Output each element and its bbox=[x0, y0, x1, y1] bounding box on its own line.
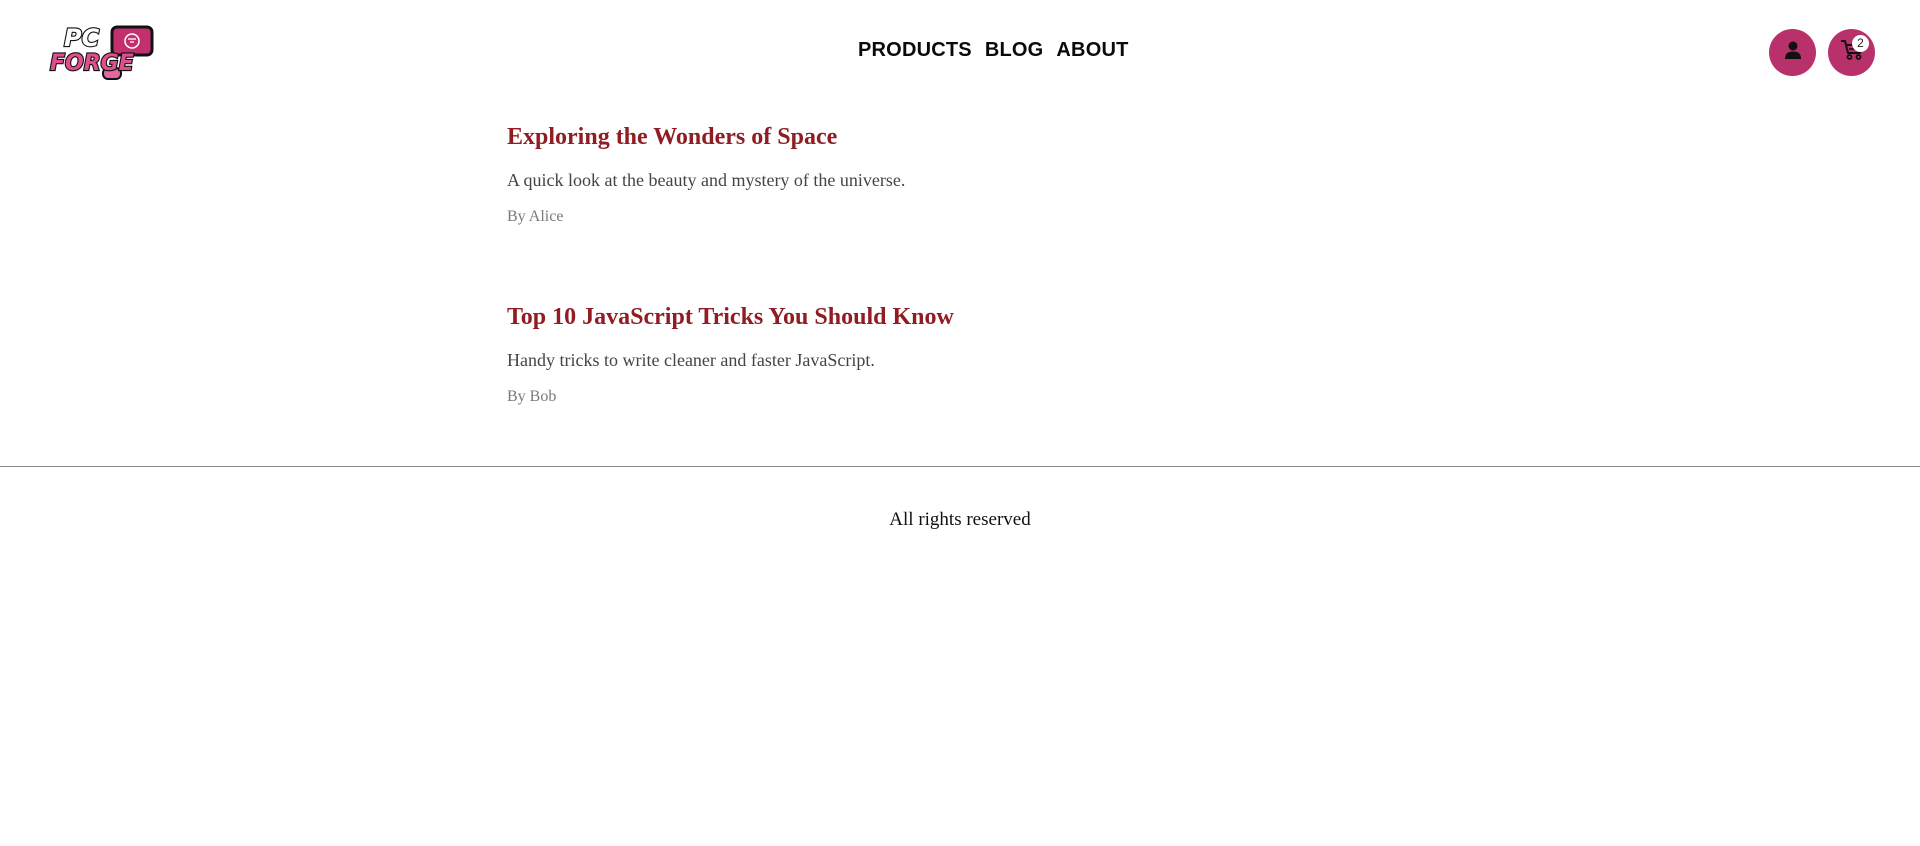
post-author: By Bob bbox=[507, 388, 557, 405]
post-description: Handy tricks to write cleaner and faster… bbox=[507, 350, 875, 370]
blog-post-card: Top 10 JavaScript Tricks You Should Know… bbox=[507, 300, 1407, 480]
svg-text:PC: PC bbox=[64, 24, 100, 52]
footer-divider bbox=[0, 466, 1920, 467]
main-nav: PRODUCTS BLOG ABOUT bbox=[858, 38, 1129, 62]
cart-count-badge: 2 bbox=[1852, 35, 1869, 52]
nav-blog-link[interactable]: BLOG bbox=[985, 38, 1044, 62]
user-account-button[interactable] bbox=[1769, 29, 1816, 76]
post-description: A quick look at the beauty and mystery o… bbox=[507, 170, 906, 190]
post-title-link[interactable]: Exploring the Wonders of Space bbox=[507, 120, 837, 154]
pc-forge-logo[interactable]: PC FORGE bbox=[48, 24, 158, 82]
svg-text:FORGE: FORGE bbox=[50, 51, 134, 76]
nav-products-link[interactable]: PRODUCTS bbox=[858, 38, 972, 62]
blog-post-card: Exploring the Wonders of Space A quick l… bbox=[507, 120, 1407, 300]
nav-about-link[interactable]: ABOUT bbox=[1056, 38, 1128, 62]
post-author: By Alice bbox=[507, 208, 564, 225]
cart-button[interactable]: 2 bbox=[1828, 29, 1875, 76]
site-header: PC FORGE PRODUCTS BLOG ABOUT 2 bbox=[0, 0, 1920, 104]
user-icon bbox=[1783, 40, 1803, 65]
post-title-link[interactable]: Top 10 JavaScript Tricks You Should Know bbox=[507, 300, 954, 334]
footer-copyright: All rights reserved bbox=[889, 509, 1031, 530]
blog-post-list: Exploring the Wonders of Space A quick l… bbox=[507, 120, 1407, 480]
